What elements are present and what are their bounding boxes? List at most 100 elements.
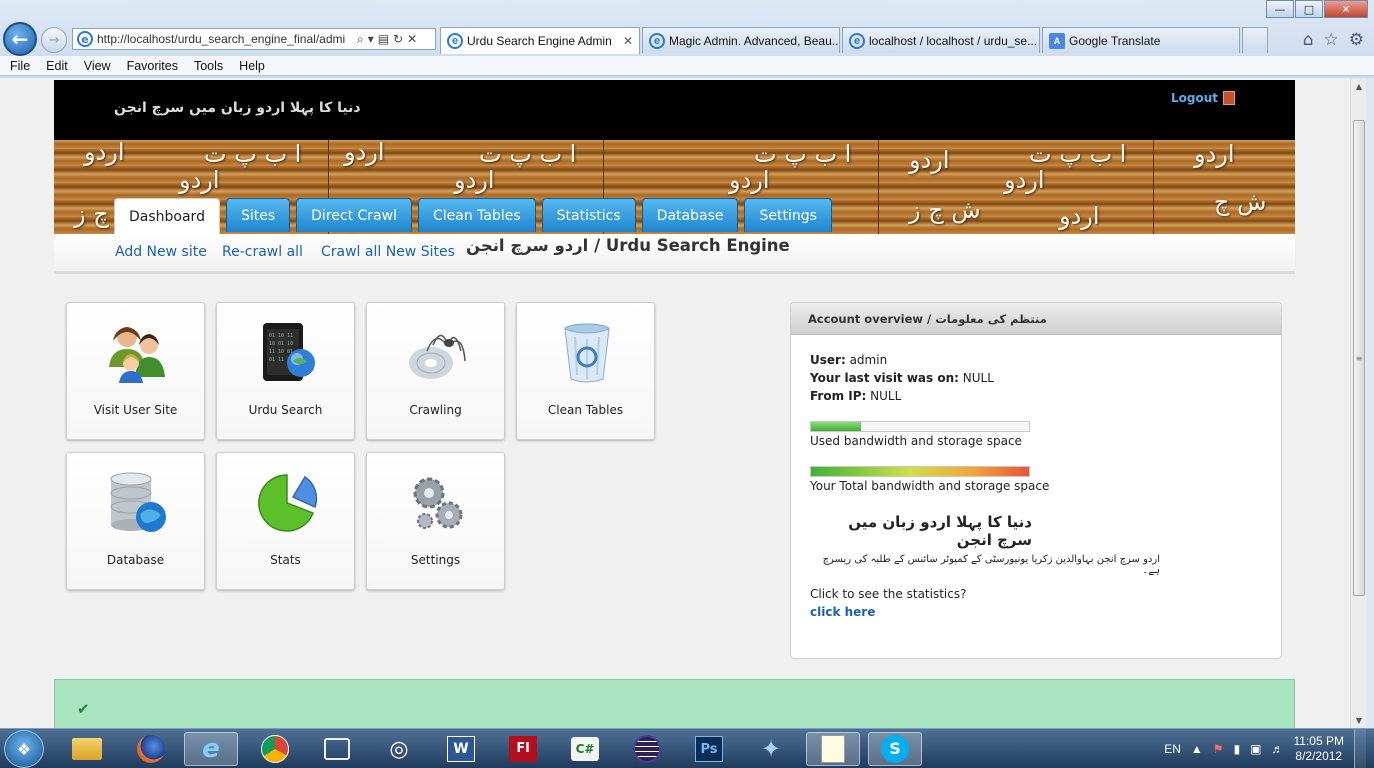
csharp-icon[interactable]: C#: [558, 732, 612, 766]
panel-title: Account overview / منتظم کی معلومات: [791, 303, 1281, 335]
notepad-icon[interactable]: [806, 732, 860, 766]
tab-label: Google Translate: [1069, 33, 1161, 48]
tile-urdu-search[interactable]: 01 10 11 10 01 10 11 10 01 01 11 10 Urdu Se…: [216, 302, 355, 440]
close-window-button[interactable]: ✕: [1324, 0, 1368, 18]
tab-settings[interactable]: Settings: [744, 198, 832, 232]
photoshop-icon[interactable]: Ps: [682, 732, 736, 766]
windows-taskbar: ❖ e ◎ W Fl C# Ps ✦ S EN ▲ ⚑ ▮ ▣ ♬ 11:05 …: [0, 728, 1374, 768]
site-header: دنیا کا پہلا اردو زبان میں سرچ انجن Logo…: [54, 80, 1295, 140]
language-indicator[interactable]: EN: [1164, 742, 1181, 756]
clock-time: 11:05 PM: [1293, 734, 1344, 748]
tab-close-icon[interactable]: ✕: [615, 34, 633, 48]
address-url[interactable]: http://localhost/urdu_search_engine_fina…: [97, 32, 353, 46]
search-terminal-icon: 01 10 1110 01 1011 10 0101 11 10: [263, 323, 315, 381]
banner-wood-panel: اردو ش چ: [1154, 140, 1295, 234]
browser-tab[interactable]: A Google Translate: [1042, 27, 1240, 53]
logout-label: Logout: [1170, 91, 1218, 105]
tab-dashboard[interactable]: Dashboard: [114, 198, 220, 234]
network-icon[interactable]: ▣: [1250, 742, 1261, 756]
stop-icon[interactable]: ✕: [407, 32, 417, 47]
volume-icon[interactable]: ♬: [1272, 742, 1284, 756]
scroll-down-icon[interactable]: ▼: [1351, 712, 1367, 728]
svg-text:01 10 11: 01 10 11: [269, 333, 293, 339]
tile-visit-user-site[interactable]: Visit User Site: [66, 302, 205, 440]
forward-arrow-icon[interactable]: →: [41, 27, 67, 53]
stats-link[interactable]: click here: [810, 605, 875, 619]
scroll-up-icon[interactable]: ▲: [1351, 78, 1367, 94]
compat-icon[interactable]: ▤: [378, 32, 389, 47]
success-message-bar: ✔: [54, 679, 1295, 728]
ip-row: From IP: NULL: [810, 389, 901, 403]
dropdown-icon[interactable]: ▾: [368, 32, 374, 47]
vertical-scrollbar[interactable]: ▲ ≡ ▼: [1350, 78, 1366, 728]
tile-settings[interactable]: Settings: [366, 452, 505, 590]
search-icon[interactable]: ⌕: [357, 32, 364, 47]
explorer-icon[interactable]: [60, 732, 114, 766]
start-button[interactable]: ❖: [4, 730, 44, 768]
action-center-icon[interactable]: ⚑: [1213, 742, 1224, 756]
tray-expand-icon[interactable]: ▲: [1191, 742, 1203, 756]
show-desktop-button[interactable]: [1354, 729, 1366, 768]
tile-database[interactable]: Database: [66, 452, 205, 590]
menu-file[interactable]: File: [10, 59, 30, 73]
ie-page-icon: e: [77, 31, 93, 47]
add-new-site-link[interactable]: Add New site: [115, 244, 207, 260]
tab-clean-tables[interactable]: Clean Tables: [417, 198, 536, 232]
ie-icon[interactable]: e: [184, 732, 238, 766]
ie-tab-icon: e: [649, 32, 665, 49]
system-tray: EN ▲ ⚑ ▮ ▣ ♬ 11:05 PM 8/2/2012: [1164, 729, 1374, 768]
recrawl-all-link[interactable]: Re-crawl all: [222, 244, 303, 260]
refresh-icon[interactable]: ↻: [393, 32, 403, 47]
tab-database[interactable]: Database: [641, 198, 739, 232]
browser-tab-active[interactable]: e Urdu Search Engine Admin ✕: [440, 27, 640, 54]
tile-crawling[interactable]: Crawling: [366, 302, 505, 440]
wifi-icon[interactable]: ◎: [372, 732, 426, 766]
page-viewport: دنیا کا پہلا اردو زبان میں سرچ انجن Logo…: [0, 78, 1350, 728]
flash-icon[interactable]: Fl: [496, 732, 550, 766]
user-label: User:: [810, 353, 846, 367]
minimize-button[interactable]: —: [1266, 0, 1294, 18]
menu-tools[interactable]: Tools: [194, 59, 223, 73]
skype-icon[interactable]: S: [868, 732, 922, 766]
home-icon[interactable]: ⌂: [1303, 30, 1314, 50]
tab-direct-crawl[interactable]: Direct Crawl: [296, 198, 412, 232]
firefox-icon[interactable]: [124, 732, 178, 766]
last-visit-row: Your last visit was on: NULL: [810, 371, 994, 385]
star-icon[interactable]: ☆: [1324, 30, 1339, 50]
urdu-heading: دنیا کا پہلا اردو زبان میں سرچ انجن: [848, 513, 1032, 549]
word-icon[interactable]: W: [434, 732, 488, 766]
menu-help[interactable]: Help: [239, 59, 265, 73]
address-bar[interactable]: e http://localhost/urdu_search_engine_fi…: [72, 28, 436, 50]
svg-text:10 01 10: 10 01 10: [269, 341, 293, 347]
checkmark-icon: ✔: [77, 700, 90, 718]
menu-favorites[interactable]: Favorites: [127, 59, 178, 73]
media-icon[interactable]: [310, 732, 364, 766]
maximize-button[interactable]: □: [1295, 0, 1323, 18]
browser-tab[interactable]: e localhost / localhost / urdu_se...: [842, 27, 1040, 53]
crawl-new-sites-link[interactable]: Crawl all New Sites: [321, 244, 455, 260]
used-bandwidth-fill: [811, 422, 862, 431]
tab-sites[interactable]: Sites: [225, 198, 291, 232]
menu-edit[interactable]: Edit: [46, 59, 68, 73]
tile-stats[interactable]: Stats: [216, 452, 355, 590]
chrome-icon[interactable]: [248, 732, 302, 766]
back-arrow-icon[interactable]: ←: [3, 22, 37, 56]
menu-view[interactable]: View: [84, 59, 111, 73]
browser-chrome: — □ ✕ ← → e http://localhost/urdu_search…: [0, 0, 1374, 78]
gear-icon[interactable]: ⚙: [1349, 30, 1364, 50]
scroll-thumb[interactable]: ≡: [1353, 120, 1365, 596]
address-tools: ⌕ ▾ ▤ ↻ ✕: [357, 32, 417, 47]
tool-icon[interactable]: ✦: [744, 732, 798, 766]
clock[interactable]: 11:05 PM 8/2/2012: [1294, 734, 1344, 764]
power-icon[interactable]: ▮: [1234, 742, 1241, 756]
tab-label: Urdu Search Engine Admin: [467, 34, 612, 48]
google-translate-icon: A: [1049, 32, 1065, 49]
logout-link[interactable]: Logout: [1171, 91, 1235, 105]
new-tab-button[interactable]: [1242, 27, 1268, 53]
eclipse-icon[interactable]: [620, 732, 674, 766]
browser-tab[interactable]: e Magic Admin. Advanced, Beau...: [642, 27, 840, 53]
tile-clean-tables[interactable]: Clean Tables: [516, 302, 655, 440]
last-visit-label: Your last visit was on:: [810, 371, 959, 385]
tab-statistics[interactable]: Statistics: [541, 198, 636, 232]
total-bandwidth-label: Your Total bandwidth and storage space: [810, 479, 1050, 493]
